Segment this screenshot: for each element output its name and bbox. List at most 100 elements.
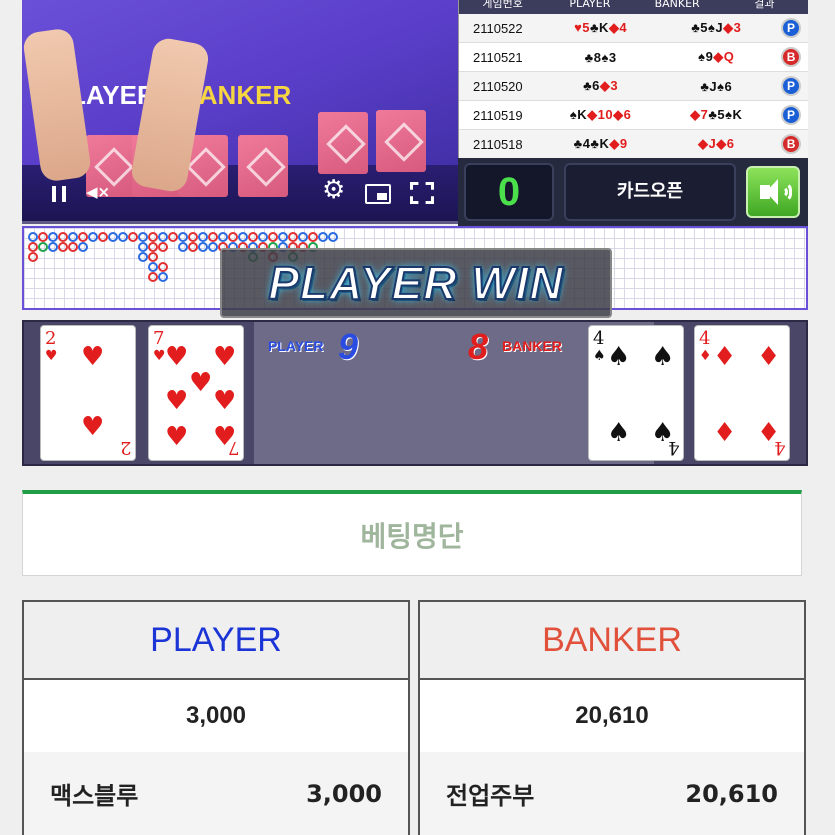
roadmap-marker bbox=[178, 232, 188, 242]
roadmap-marker bbox=[258, 232, 268, 242]
playing-card: 7 ♥ ♥ ♥ ♥ ♥ ♥ ♥ ♥ 7 bbox=[148, 325, 244, 461]
result-cell: B bbox=[774, 134, 808, 154]
card-rank: 4 bbox=[593, 328, 605, 349]
card-suit-icon: ♦ bbox=[699, 348, 712, 364]
result-cell: P bbox=[774, 18, 808, 38]
card-rank: 7 bbox=[153, 328, 165, 349]
settings-gear-icon[interactable]: ⚙ bbox=[322, 175, 345, 205]
history-card: ♣K bbox=[590, 136, 610, 151]
game-number: 2110522 bbox=[473, 20, 523, 36]
banker-bet-panel: BANKER 20,610 전업주부 20,610 bbox=[418, 600, 806, 835]
result-badge: B bbox=[781, 134, 802, 154]
dealer-hand bbox=[22, 27, 93, 183]
game-history-table: 게임번호 PLAYER BANKER 결과 2110522 ♥5♣K◆4 ♣5♠J◆… bbox=[458, 0, 808, 159]
history-row: 2110522 ♥5♣K◆4 ♣5♠J◆3 P bbox=[459, 14, 808, 43]
roadmap-marker bbox=[78, 242, 88, 252]
roadmap-marker bbox=[148, 232, 158, 242]
roadmap-marker bbox=[308, 232, 318, 242]
header-player: PLAYER bbox=[569, 0, 611, 10]
card-rank: 2 bbox=[119, 437, 131, 458]
playing-card: 2 ♥ ♥ ♥ 2 bbox=[40, 325, 136, 461]
roadmap-marker bbox=[108, 232, 118, 242]
roadmap-marker bbox=[78, 232, 88, 242]
roadmap-marker bbox=[278, 232, 288, 242]
roadmap-marker bbox=[268, 232, 278, 242]
roadmap-marker bbox=[248, 232, 258, 242]
roadmap-marker bbox=[48, 232, 58, 242]
card-pip-icon: ♠ bbox=[607, 418, 631, 448]
card-pip-icon: ♥ bbox=[81, 412, 105, 442]
roadmap-marker bbox=[188, 242, 198, 252]
roadmap-marker bbox=[68, 232, 78, 242]
history-card: ♣K bbox=[590, 20, 609, 35]
card-pip-icon: ♦ bbox=[713, 418, 737, 448]
roadmap-marker bbox=[178, 242, 188, 252]
banker-score: 8 bbox=[468, 326, 489, 367]
history-card: ♥5 bbox=[574, 20, 591, 35]
card-pip-icon: ♠ bbox=[651, 342, 675, 372]
player-bet-entry: 맥스블루 3,000 bbox=[24, 752, 408, 835]
card-pip-icon: ♥ bbox=[213, 386, 237, 416]
player-bet-panel: PLAYER 3,000 맥스블루 3,000 bbox=[22, 600, 410, 835]
roadmap-marker bbox=[148, 272, 158, 282]
roadmap-marker bbox=[208, 232, 218, 242]
roadmap-marker bbox=[158, 232, 168, 242]
player-score: 9 bbox=[338, 326, 359, 367]
history-card: ♣J bbox=[700, 78, 718, 94]
roadmap-marker bbox=[148, 262, 158, 272]
control-bar: 0 카드오픈 bbox=[458, 158, 808, 226]
roadmap-marker bbox=[218, 232, 228, 242]
mute-icon[interactable]: ◀× bbox=[86, 183, 110, 201]
roadmap-marker bbox=[28, 252, 38, 262]
result-badge: P bbox=[781, 76, 802, 96]
roadmap-marker bbox=[168, 232, 178, 242]
game-number: 2110521 bbox=[473, 49, 523, 65]
sound-wave-icon bbox=[784, 182, 792, 202]
history-card: ♣4 bbox=[573, 136, 591, 151]
card-rank: 4 bbox=[773, 437, 785, 458]
roadmap-marker bbox=[38, 242, 48, 252]
countdown-timer: 0 bbox=[464, 163, 554, 221]
card-open-button[interactable]: 카드오픈 bbox=[564, 163, 736, 221]
player-hand: ♥5♣K◆4 bbox=[543, 20, 659, 36]
video-card bbox=[238, 135, 288, 197]
bet-amount: 20,610 bbox=[685, 779, 778, 808]
video-progress-bar[interactable] bbox=[22, 221, 458, 224]
history-card: ◆6 bbox=[613, 107, 632, 122]
history-card: ♣5 bbox=[691, 20, 708, 35]
game-number: 2110518 bbox=[473, 136, 523, 152]
sound-toggle-button[interactable] bbox=[746, 166, 800, 218]
betting-list-header: 베팅명단 bbox=[22, 490, 802, 576]
card-zone: 2 ♥ ♥ ♥ 2 7 ♥ ♥ ♥ ♥ ♥ ♥ ♥ ♥ 7 4 ♠ ♠ ♠ ♠ ♠ 4 4 ♦ ♦ ♦ ♦ ♦ 4 PLAYER 9 8… bbox=[22, 320, 808, 466]
history-card: ◆4 bbox=[608, 20, 628, 35]
bettor-name: 전업주부 bbox=[446, 782, 535, 810]
player-hand: ♠K◆10◆6 bbox=[543, 107, 659, 123]
pause-icon[interactable] bbox=[52, 186, 66, 202]
card-rank: 2 bbox=[45, 328, 57, 349]
history-row: 2110521 ♣8♠3 ♠9◆Q B bbox=[459, 43, 808, 72]
picture-in-picture-icon[interactable] bbox=[365, 184, 391, 204]
result-cell: P bbox=[774, 76, 808, 96]
roadmap-marker bbox=[238, 232, 248, 242]
card-suit-icon: ♥ bbox=[153, 348, 166, 364]
result-badge: P bbox=[781, 105, 802, 125]
history-card: ♣5 bbox=[708, 107, 726, 122]
roadmap-marker bbox=[228, 232, 238, 242]
game-number: 2110520 bbox=[473, 78, 523, 94]
card-rank: 7 bbox=[227, 437, 239, 458]
roadmap-marker bbox=[58, 232, 68, 242]
roadmap-marker bbox=[138, 242, 148, 252]
card-pip-icon: ♥ bbox=[213, 342, 237, 372]
card-rank: 4 bbox=[699, 328, 711, 349]
roadmap-marker bbox=[198, 242, 208, 252]
roadmap-marker bbox=[158, 242, 168, 252]
result-cell: B bbox=[774, 47, 808, 67]
history-card: ♠J bbox=[707, 20, 724, 35]
banker-bet-total: 20,610 bbox=[575, 702, 649, 729]
banker-hand: ◆J◆6 bbox=[658, 136, 774, 152]
banker-label: BANKER bbox=[502, 338, 562, 354]
live-video[interactable]: LAYER BANKER ◀× ⚙ bbox=[22, 0, 458, 224]
history-card: ♠3 bbox=[601, 49, 617, 65]
card-pip-icon: ♥ bbox=[165, 422, 189, 452]
card-pip-icon: ♦ bbox=[713, 342, 737, 372]
